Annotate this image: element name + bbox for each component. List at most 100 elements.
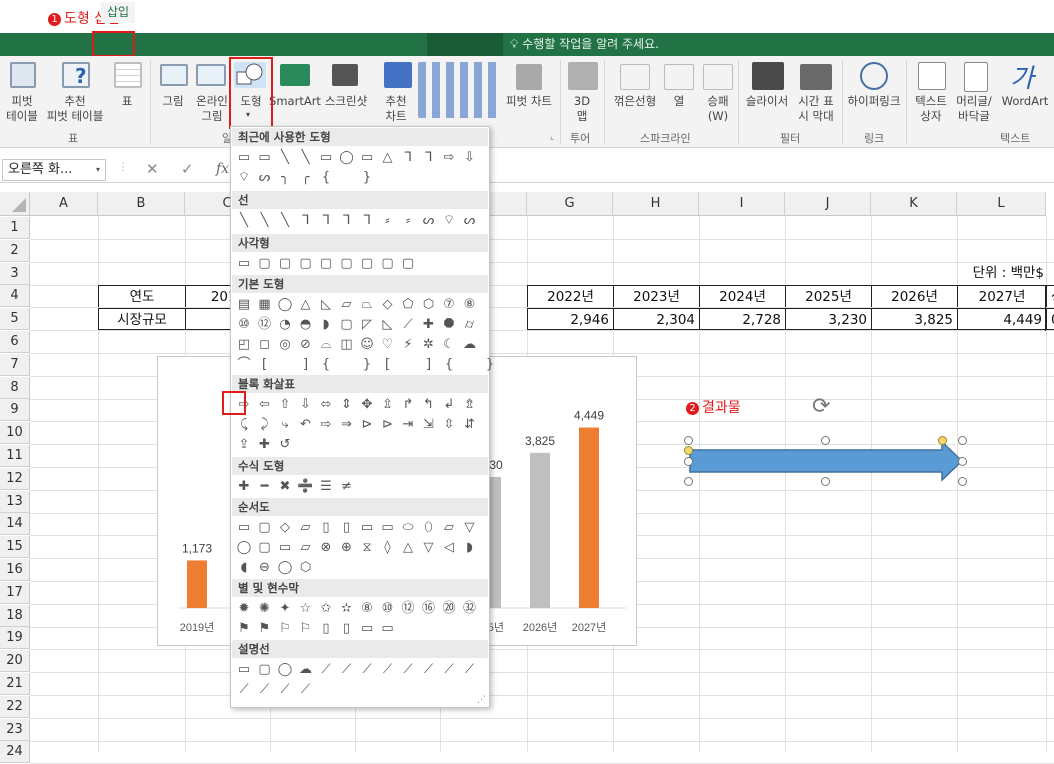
- shape-item[interactable]: ▢: [338, 255, 356, 273]
- shape-item[interactable]: ◯: [235, 539, 253, 557]
- row-header-17[interactable]: 17: [0, 581, 30, 604]
- slicer-label[interactable]: 슬라이서: [742, 94, 792, 109]
- tell-me-search[interactable]: 💡︎ 수행할 작업을 알려 주세요.: [510, 33, 659, 56]
- shape-item[interactable]: ✺: [256, 600, 274, 618]
- shape-item[interactable]: ᒣ: [317, 212, 335, 230]
- shape-item[interactable]: }: [481, 356, 499, 374]
- shape-item[interactable]: ▯: [317, 620, 335, 638]
- shape-item[interactable]: ☁: [461, 336, 479, 354]
- shape-item[interactable]: ▭: [235, 255, 253, 273]
- shape-item[interactable]: ☺: [358, 336, 376, 354]
- shape-item[interactable]: ⟋: [276, 681, 294, 699]
- shape-item[interactable]: ᔕ: [420, 212, 438, 230]
- 3d-map-label[interactable]: 3D 맵: [566, 94, 598, 124]
- row4-cell-J[interactable]: 2025년: [785, 285, 871, 307]
- shape-item[interactable]: ⊖: [256, 559, 274, 577]
- slicer-icon[interactable]: [752, 62, 784, 90]
- row5-cell-L[interactable]: 4,449: [957, 307, 1046, 330]
- shape-item[interactable]: ⤹: [235, 416, 253, 434]
- tab-8[interactable]: 서식: [453, 0, 475, 23]
- shape-item[interactable]: ᒣ: [358, 212, 376, 230]
- shape-item[interactable]: ▢: [317, 255, 335, 273]
- pivot-table-icon[interactable]: [10, 62, 36, 88]
- shape-item[interactable]: △: [297, 296, 315, 314]
- shape-item[interactable]: ◇: [276, 519, 294, 537]
- shape-item[interactable]: ↶: [297, 416, 315, 434]
- shape-item[interactable]: ⑯: [420, 600, 438, 618]
- rotate-handle-icon[interactable]: ⟳: [812, 394, 830, 419]
- row-header-8[interactable]: 8: [0, 376, 30, 399]
- online-picture-label[interactable]: 온라인 그림: [191, 94, 233, 124]
- shape-item[interactable]: ◊: [379, 539, 397, 557]
- column-header-B[interactable]: B: [98, 192, 185, 216]
- shape-item[interactable]: ⟋: [358, 661, 376, 679]
- column-header-H[interactable]: H: [613, 192, 699, 216]
- textbox-icon[interactable]: [918, 62, 946, 90]
- pivot-chart-icon[interactable]: [516, 64, 542, 90]
- shape-item[interactable]: ᒣ: [297, 212, 315, 230]
- column-header-J[interactable]: J: [785, 192, 871, 216]
- row-header-20[interactable]: 20: [0, 650, 30, 673]
- shape-item[interactable]: △: [399, 539, 417, 557]
- shape-item[interactable]: ▭: [379, 620, 397, 638]
- shape-item[interactable]: [276, 356, 294, 374]
- resize-handle[interactable]: [958, 436, 967, 445]
- shape-item[interactable]: ▢: [276, 255, 294, 273]
- tab-2[interactable]: 삽입: [101, 2, 136, 23]
- shape-item[interactable]: ᔕ: [256, 169, 274, 187]
- shape-item[interactable]: ⇩: [297, 396, 315, 414]
- shape-item[interactable]: ↺: [276, 436, 294, 454]
- table-icon[interactable]: [114, 62, 142, 88]
- shape-item[interactable]: ⊕: [338, 539, 356, 557]
- globe-link-icon[interactable]: [860, 62, 888, 90]
- header-footer-label[interactable]: 머리글/바닥글: [952, 94, 996, 124]
- shape-item[interactable]: ◇: [379, 296, 397, 314]
- shape-item[interactable]: ⑩: [379, 600, 397, 618]
- shape-item[interactable]: ⇨: [317, 416, 335, 434]
- shape-item[interactable]: ▯: [338, 519, 356, 537]
- shape-item[interactable]: ✩: [317, 600, 335, 618]
- fx-icon[interactable]: fx: [216, 161, 229, 177]
- shape-item[interactable]: ⬠: [399, 296, 417, 314]
- winloss-sparkline-label[interactable]: 승패 (W): [698, 94, 738, 124]
- shape-item[interactable]: ◯: [276, 296, 294, 314]
- shape-item[interactable]: ⇲: [420, 416, 438, 434]
- shape-item[interactable]: ⇳: [440, 416, 458, 434]
- shape-item[interactable]: ]: [420, 356, 438, 374]
- shape-item[interactable]: ━: [256, 478, 274, 496]
- shape-item[interactable]: ╲: [235, 212, 253, 230]
- shape-item[interactable]: ✲: [420, 336, 438, 354]
- shape-item[interactable]: ▭: [358, 519, 376, 537]
- shape-item[interactable]: ⊘: [297, 336, 315, 354]
- row4-cell-B[interactable]: 연도: [98, 285, 185, 307]
- shape-item[interactable]: ▽: [420, 539, 438, 557]
- shape-item[interactable]: ▭: [317, 149, 335, 167]
- name-box[interactable]: 오른쪽 화... ▾: [2, 159, 106, 181]
- shape-item[interactable]: ⑦: [440, 296, 458, 314]
- shape-item[interactable]: ✚: [235, 478, 253, 496]
- shape-item[interactable]: ▢: [256, 255, 274, 273]
- shape-item[interactable]: ◯: [276, 559, 294, 577]
- shape-item[interactable]: ✦: [276, 600, 294, 618]
- shape-item[interactable]: ▱: [297, 539, 315, 557]
- shape-item[interactable]: ◻: [256, 336, 274, 354]
- row-header-13[interactable]: 13: [0, 490, 30, 513]
- shape-item[interactable]: ▭: [256, 149, 274, 167]
- shape-item[interactable]: ☰: [317, 478, 335, 496]
- shape-item[interactable]: ⟋: [420, 661, 438, 679]
- shape-item[interactable]: ᔕ: [461, 212, 479, 230]
- row4-cell-L[interactable]: 2027년: [957, 285, 1046, 307]
- smartart-label[interactable]: SmartArt: [268, 94, 322, 109]
- shape-item[interactable]: △: [379, 149, 397, 167]
- pivot-table-label[interactable]: 피벗 테이블: [2, 94, 42, 124]
- column-header-G[interactable]: G: [527, 192, 613, 216]
- table-label[interactable]: 표: [114, 94, 140, 109]
- shape-item[interactable]: ▱: [297, 519, 315, 537]
- shape-item[interactable]: ▱: [440, 519, 458, 537]
- shape-item[interactable]: ╲: [276, 212, 294, 230]
- shape-item[interactable]: ╲: [297, 149, 315, 167]
- resize-handle[interactable]: [958, 457, 967, 466]
- row4-cell-G[interactable]: 2022년: [527, 285, 613, 307]
- column-header-K[interactable]: K: [871, 192, 957, 216]
- row-header-18[interactable]: 18: [0, 604, 30, 627]
